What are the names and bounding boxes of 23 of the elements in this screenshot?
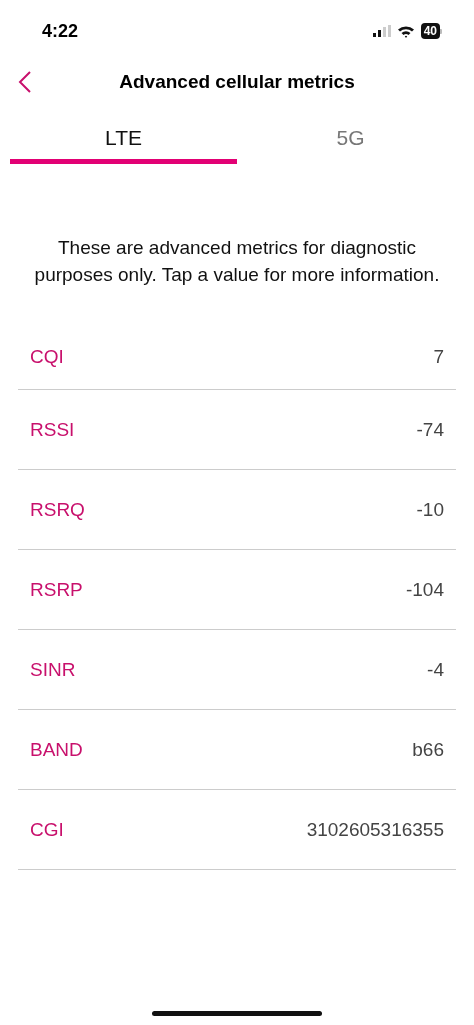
metric-value[interactable]: -4 — [427, 658, 444, 681]
metric-value[interactable]: 3102605316355 — [306, 818, 444, 841]
metric-value[interactable]: -104 — [405, 578, 444, 601]
metric-name: CQI — [30, 345, 64, 368]
metric-value[interactable]: 7 — [433, 345, 444, 368]
metric-name: RSRQ — [30, 498, 85, 521]
battery-level: 40 — [420, 23, 440, 39]
tab[interactable]: LTE — [10, 120, 237, 164]
metric-name: RSSI — [30, 418, 75, 441]
description-text: These are advanced metrics for diagnostic purposes only. Tap a value for more information. — [33, 236, 441, 287]
tab[interactable]: 5G — [237, 120, 464, 164]
metric-value[interactable]: -74 — [416, 418, 444, 441]
metric-name: RSRP — [30, 578, 83, 601]
back-icon[interactable] — [18, 70, 32, 94]
metric-name: SINR — [30, 658, 76, 681]
screen-title: Advanced cellular metrics — [119, 71, 355, 93]
metric-name: BAND — [30, 738, 83, 761]
signal-icon — [372, 25, 391, 37]
status-time: 4:22 — [42, 20, 79, 42]
wifi-icon — [396, 24, 415, 38]
metric-name: CGI — [30, 818, 64, 841]
metric-value[interactable]: b66 — [412, 738, 444, 761]
metric-value[interactable]: -10 — [416, 498, 444, 521]
